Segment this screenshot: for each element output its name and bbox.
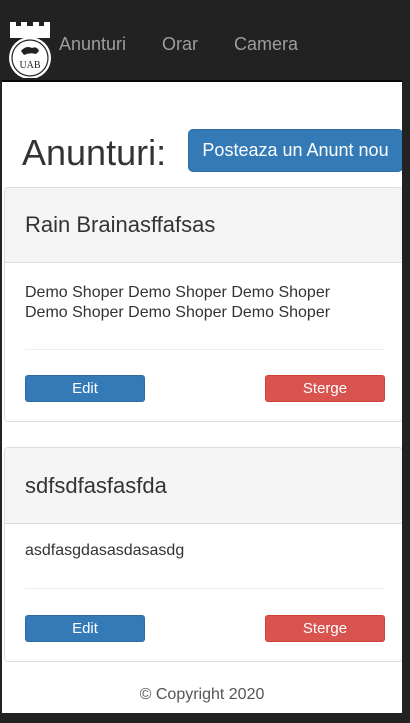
divider [25, 588, 384, 589]
delete-button[interactable]: Sterge [265, 615, 385, 642]
nav-link-anunturi[interactable]: Anunturi [59, 33, 126, 55]
footer-copyright: © Copyright 2020 [139, 686, 265, 703]
announcement-card: Rain Brainasffafsas Demo Shoper Demo Sho… [4, 187, 402, 422]
edit-button[interactable]: Edit [25, 375, 145, 402]
divider [25, 349, 384, 350]
announcement-body: asdfasgdasasdasasdg [25, 542, 185, 559]
announcement-header: sdfsdfasfasfda [5, 448, 402, 524]
logo-text: UAB [19, 60, 40, 71]
announcement-body: Demo Shoper Demo Shoper Demo Shoper Demo… [25, 284, 331, 321]
app-frame: UAB Anunturi Orar Camera Anunturi: Poste… [0, 0, 410, 723]
announcement-header: Rain Brainasffafsas [5, 188, 402, 263]
announcement-card: sdfsdfasfasfda asdfasgdasasdasasdg Edit … [4, 447, 402, 662]
uab-crest-icon: UAB [9, 22, 51, 79]
uab-logo[interactable]: UAB [6, 14, 54, 79]
announcement-title: sdfsdfasfasfda [25, 473, 167, 498]
announcement-title: Rain Brainasffafsas [25, 212, 216, 237]
nav-link-camera[interactable]: Camera [234, 33, 298, 55]
navbar: UAB Anunturi Orar Camera [2, 0, 402, 82]
delete-button[interactable]: Sterge [265, 375, 385, 402]
nav-link-orar[interactable]: Orar [162, 33, 198, 55]
page-title: Anunturi: [22, 132, 167, 173]
post-announcement-button[interactable]: Posteaza un Anunt nou [188, 129, 402, 172]
edit-button[interactable]: Edit [25, 615, 145, 642]
